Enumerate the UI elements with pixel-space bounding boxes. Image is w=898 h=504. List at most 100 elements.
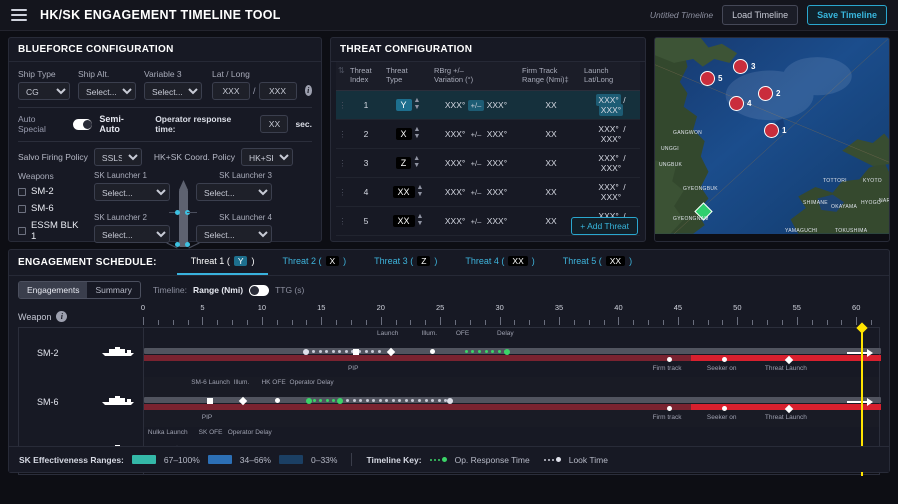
axis-tick — [484, 320, 486, 325]
map-threat-pin[interactable] — [764, 123, 779, 138]
long-input[interactable] — [258, 82, 297, 100]
ship-alt-select[interactable]: Select... — [78, 82, 136, 100]
weapon-name: SM-2 — [37, 347, 59, 358]
tab-threat-4[interactable]: Threat 4 (XX) — [451, 256, 548, 275]
drag-handle-icon[interactable]: ⋮ — [339, 217, 347, 226]
threat-type-cell[interactable]: XX ▲ ▼ — [384, 177, 432, 207]
axis-tick — [380, 317, 382, 325]
launch-latlong-cell[interactable]: XXX° / XXX° — [582, 90, 640, 120]
threat-type-cell[interactable]: XX ▲ ▼ — [384, 206, 432, 236]
axis-tick — [232, 320, 234, 325]
lat-input[interactable] — [212, 82, 250, 100]
tab-engagements[interactable]: Engagements — [19, 282, 88, 298]
weapon-checkbox-sm2[interactable]: SM-2 — [18, 186, 86, 197]
key-look-time-label: Look Time — [568, 454, 608, 465]
firm-track-cell[interactable]: XX — [520, 119, 582, 149]
drag-handle-icon[interactable]: ⋮ — [339, 130, 347, 139]
weapon-row-2[interactable]: SM-6 — [19, 377, 143, 426]
auto-mode-label: Semi-Auto — [99, 114, 124, 134]
rbrg-variation-cell[interactable]: XXX° +/– XXX° — [432, 177, 520, 207]
operator-response-label: Operator response time: — [155, 114, 232, 134]
tab-threat-code: X — [325, 256, 340, 266]
map-place-label: GYEONGBUK — [683, 186, 718, 192]
sk-launcher-4-select[interactable]: Select... — [196, 225, 272, 243]
info-icon[interactable]: i — [304, 85, 312, 96]
weapon-checkbox-essm[interactable]: ESSM BLK 1 — [18, 220, 86, 242]
axis-tick — [306, 320, 308, 325]
table-row[interactable]: ⋮ 1 Y ▲ ▼ XXX° +/– XXX° XX XXX° / XXX° — [336, 90, 640, 120]
schedule-title: ENGAGEMENT SCHEDULE: — [18, 256, 157, 268]
tab-threat-2[interactable]: Threat 2 (X) — [268, 256, 360, 275]
axis-tick — [573, 320, 575, 325]
timeline-key-label: Timeline Key: — [366, 454, 422, 465]
axis-tick-label: 30 — [495, 303, 504, 312]
launch-latlong-cell[interactable]: XXX° / XXX° — [582, 119, 640, 149]
firm-track-cell[interactable]: XX — [520, 148, 582, 178]
add-threat-button[interactable]: + Add Threat — [571, 217, 638, 235]
ship-alt-field: Ship Alt. Select... — [78, 69, 136, 100]
rbrg-variation-cell[interactable]: XXX° +/– XXX° — [432, 90, 520, 120]
axis-tick — [648, 320, 650, 325]
ship-type-select[interactable]: CG — [18, 82, 70, 100]
sort-icon[interactable]: ⇅ — [338, 66, 345, 75]
drag-handle-icon[interactable]: ⋮ — [339, 159, 347, 168]
sk-launcher-1-select[interactable]: Select... — [94, 183, 170, 201]
map-place-label: GANGWON — [673, 130, 703, 136]
timeline-mode-toggle[interactable] — [249, 284, 270, 296]
sk-launcher-2-select[interactable]: Select... — [94, 225, 170, 243]
threat-panel-title: THREAT CONFIGURATION — [331, 38, 645, 62]
tab-threat-3[interactable]: Threat 3 (Z) — [360, 256, 451, 275]
axis-tick-label: 10 — [257, 303, 267, 312]
threat-tab-list: Threat 1 (Y) Threat 2 (X) Threat 3 (Z) Thre… — [176, 256, 646, 275]
launch-latlong-cell[interactable]: XXX° / XXX° — [582, 177, 640, 207]
map-threat-pin[interactable] — [700, 71, 715, 86]
firm-track-cell[interactable]: XX — [520, 177, 582, 207]
coord-policy-select[interactable]: HK+SK — [240, 148, 293, 166]
rbrg-variation-cell[interactable]: XXX° +/– XXX° — [432, 148, 520, 178]
hamburger-icon[interactable] — [8, 4, 30, 26]
threat-type-cell[interactable]: Z ▲ ▼ — [384, 148, 432, 178]
table-row[interactable]: ⋮ 3 Z ▲ ▼ XXX° +/– XXX° XX XXX° / XXX° — [336, 148, 640, 178]
table-row[interactable]: ⋮ 4 XX ▲ ▼ XXX° +/– XXX° XX XXX° / XXX° — [336, 177, 640, 207]
blueforce-panel-title: BLUEFORCE CONFIGURATION — [9, 38, 321, 62]
threat-type-cell[interactable]: X ▲ ▼ — [384, 119, 432, 149]
tab-suffix: ) — [434, 256, 438, 266]
col-firmtrack-l2: Range (Nmi)‡ — [522, 75, 569, 85]
tab-summary[interactable]: Summary — [87, 282, 139, 298]
drag-handle-icon[interactable]: ⋮ — [339, 101, 347, 110]
sk-launcher-3-field: SK Launcher 3 Select... — [194, 171, 272, 201]
drag-handle-icon[interactable]: ⋮ — [339, 188, 347, 197]
map-threat-pin[interactable] — [758, 86, 773, 101]
variable3-select[interactable]: Select... — [144, 82, 202, 100]
sk-launcher-3-select[interactable]: Select... — [196, 183, 272, 201]
info-icon[interactable]: i — [56, 311, 68, 322]
map-threat-pin[interactable] — [729, 96, 744, 111]
timeline-axis[interactable]: 0 5 10 15 20 25 30 35 40 45 50 55 60 — [140, 303, 880, 327]
weapon-checkbox-sm6[interactable]: SM-6 — [18, 203, 86, 214]
auto-special-toggle[interactable] — [72, 118, 93, 130]
table-row[interactable]: ⋮ 2 X ▲ ▼ XXX° +/– XXX° XX XXX° / XXX° — [336, 119, 640, 149]
salvo-policy-select[interactable]: SSLS — [93, 148, 142, 166]
tab-prefix: Threat 3 ( — [374, 256, 414, 266]
firm-track-cell[interactable]: XX — [520, 90, 582, 120]
map-threat-pin[interactable] — [733, 59, 748, 74]
rbrg-variation-cell[interactable]: XXX° +/– XXX° — [432, 206, 520, 236]
weapon-row-1[interactable]: SM-2 — [19, 328, 143, 377]
axis-tick — [692, 320, 694, 325]
operator-response-unit: sec. — [295, 119, 312, 129]
axis-tick-label: 0 — [140, 303, 146, 312]
tab-threat-1[interactable]: Threat 1 (Y) — [176, 256, 269, 275]
tab-threat-5[interactable]: Threat 5 (XX) — [549, 256, 646, 275]
save-timeline-button[interactable]: Save Timeline — [807, 5, 887, 25]
threat-type-cell[interactable]: Y ▲ ▼ — [384, 90, 432, 120]
operator-response-input[interactable] — [260, 115, 289, 133]
view-toggle[interactable]: Engagements Summary — [18, 281, 141, 299]
sk-range-low: 0–33% — [311, 454, 338, 465]
launch-latlong-cell[interactable]: XXX° / XXX° — [582, 148, 640, 178]
tactical-map[interactable]: 1 2 3 4 5 GANGWON UNGGI UNGBUK GYEONGBUK GYEONGN… — [654, 37, 890, 242]
rbrg-variation-cell[interactable]: XXX° +/– XXX° — [432, 119, 520, 149]
load-timeline-button[interactable]: Load Timeline — [722, 5, 799, 25]
ship-icon — [101, 344, 135, 362]
axis-tick — [499, 317, 501, 325]
timeline-lane-1: Launch Illum. OFE Delay PIP Firm track Seeker … — [144, 328, 881, 377]
